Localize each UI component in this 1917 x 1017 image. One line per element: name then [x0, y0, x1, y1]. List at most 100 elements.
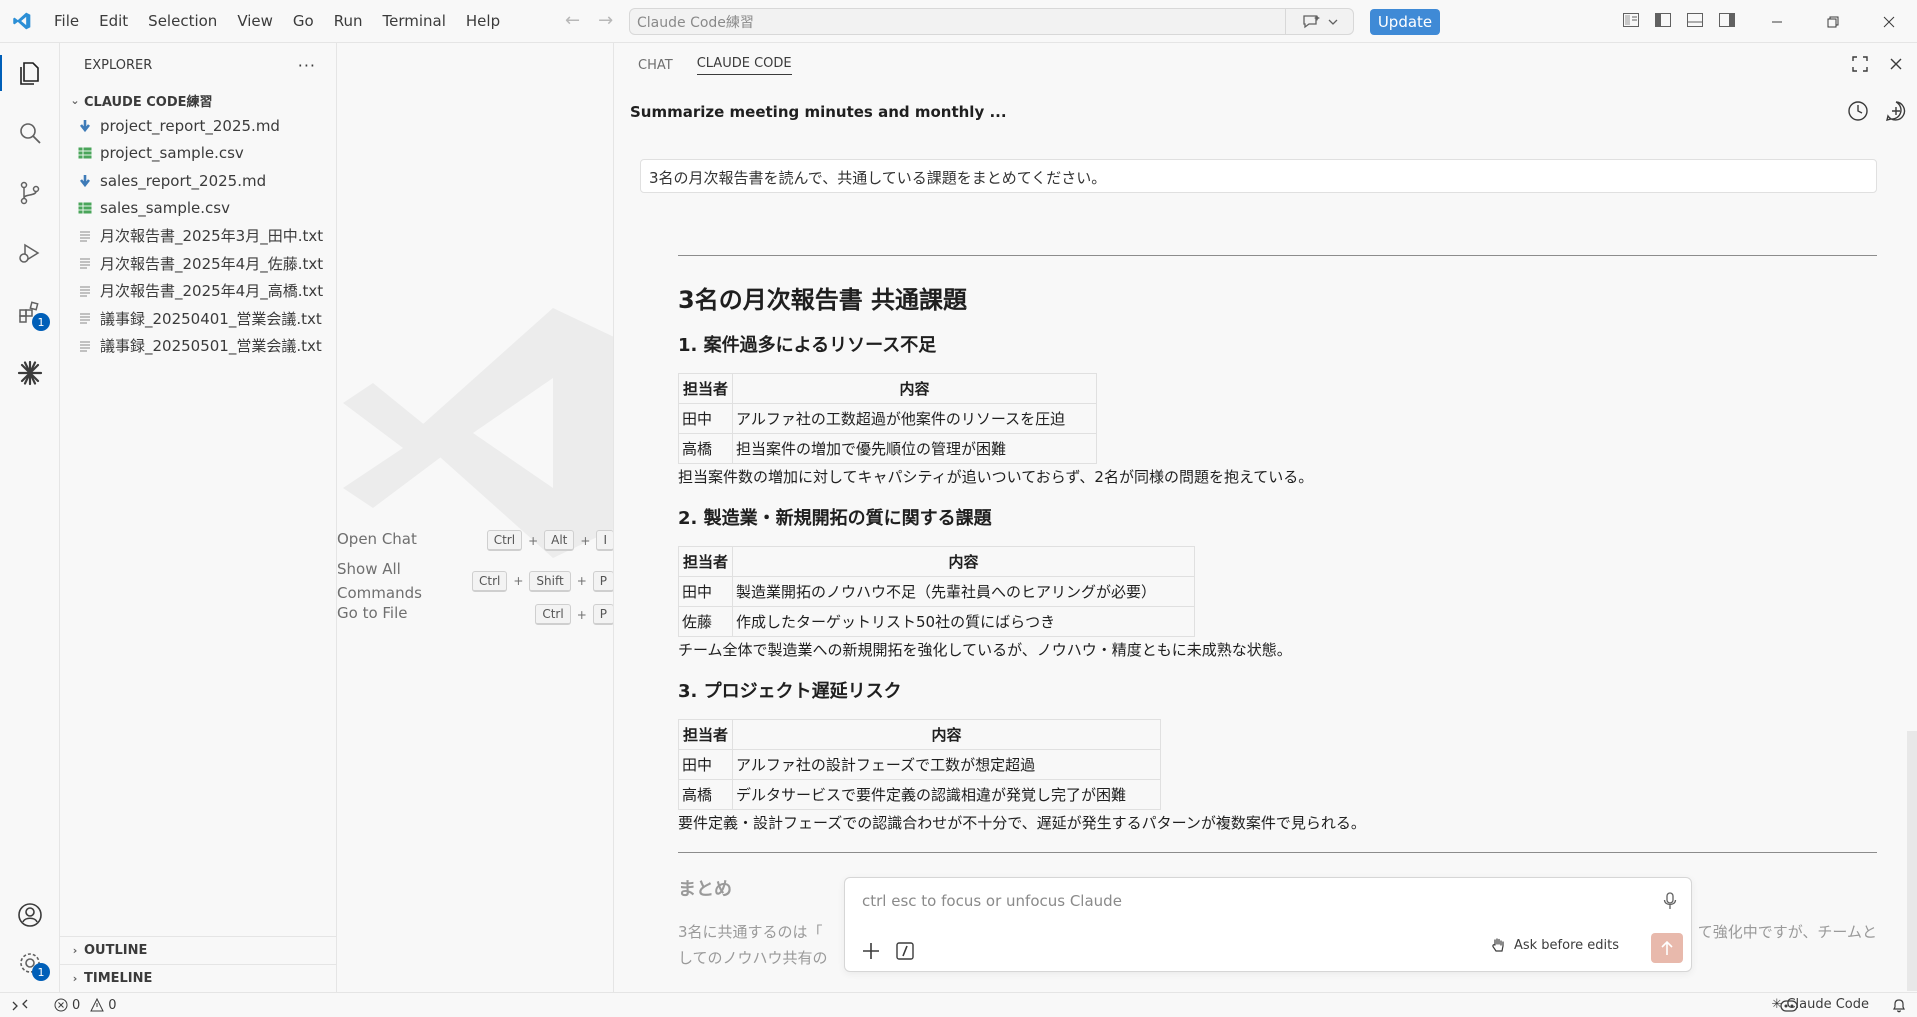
- file-item[interactable]: 月次報告書_2025年4月_佐藤.txt: [60, 250, 336, 278]
- timeline-section[interactable]: › TIMELINE: [60, 964, 337, 991]
- key-cap: Alt: [544, 530, 575, 551]
- problems-indicator[interactable]: 0 0: [54, 998, 117, 1013]
- menu-terminal[interactable]: Terminal: [373, 12, 456, 30]
- maximize-icon[interactable]: [1851, 55, 1869, 73]
- forward-arrow-icon[interactable]: →: [598, 10, 613, 31]
- menu-file[interactable]: File: [44, 12, 89, 30]
- explorer-icon[interactable]: [0, 43, 60, 103]
- chevron-right-icon: ›: [72, 943, 78, 957]
- menu-run[interactable]: Run: [324, 12, 373, 30]
- customize-layout-icon[interactable]: [1622, 11, 1640, 29]
- toggle-secondary-sidebar-icon[interactable]: [1718, 11, 1736, 29]
- markdown-icon: [74, 174, 96, 188]
- close-window-icon[interactable]: [1861, 0, 1917, 43]
- conclusion-line1-end: て強化中ですが、チームと: [1697, 923, 1877, 941]
- table-header: 内容: [732, 719, 1161, 750]
- chat-sparkle-icon[interactable]: [1302, 14, 1320, 30]
- menu-go[interactable]: Go: [283, 12, 324, 30]
- table-row: 佐藤 作成したターゲットリスト50社の質にばらつき: [678, 606, 1195, 637]
- remote-icon[interactable]: [0, 998, 40, 1012]
- file-item[interactable]: project_sample.csv: [60, 140, 336, 168]
- shortcut-1[interactable]: Open Chat Ctrl + Alt + I: [337, 530, 613, 551]
- csv-icon: [74, 202, 96, 214]
- table-row: 田中 製造業開拓のノウハウ不足（先輩社員へのヒアリングが必要）: [678, 576, 1195, 607]
- table-row: 田中 アルファ社の設計フェーズで工数が想定超過: [678, 749, 1161, 780]
- command-center-label: Claude Code練習: [637, 14, 754, 31]
- outline-label: OUTLINE: [84, 942, 148, 958]
- menu-edit[interactable]: Edit: [89, 12, 138, 30]
- notifications-bell-icon[interactable]: [1891, 997, 1907, 1013]
- text-file-icon: [74, 312, 96, 324]
- claude-status[interactable]: ✳ Claude Code: [1772, 997, 1869, 1012]
- history-clock-icon[interactable]: [1847, 100, 1869, 122]
- file-item[interactable]: 議事録_20250401_営業会議.txt: [60, 305, 336, 333]
- search-icon[interactable]: [0, 103, 60, 163]
- restore-icon[interactable]: [1805, 0, 1861, 43]
- shortcut-keys: Ctrl + Alt + I: [486, 530, 613, 551]
- plus-separator: +: [576, 607, 587, 622]
- explorer-header: EXPLORER ···: [60, 43, 336, 88]
- tab-chat[interactable]: CHAT: [638, 58, 673, 73]
- table-header: 内容: [732, 546, 1195, 577]
- extensions-badge: 1: [32, 313, 50, 331]
- workspace-folder[interactable]: ⌄ CLAUDE CODE練習: [60, 88, 336, 112]
- file-name: sales_sample.csv: [100, 199, 230, 218]
- send-button[interactable]: [1651, 933, 1683, 963]
- file-item[interactable]: sales_report_2025.md: [60, 167, 336, 195]
- new-chat-icon[interactable]: [1885, 100, 1907, 122]
- workspace-folder-label: CLAUDE CODE練習: [84, 94, 213, 110]
- shortcut-label: Show All Commands: [337, 560, 422, 602]
- content-cell: 製造業開拓のノウハウ不足（先輩社員へのヒアリングが必要）: [732, 576, 1195, 607]
- text-file-icon: [74, 285, 96, 297]
- menu-selection[interactable]: Selection: [138, 12, 227, 30]
- command-center[interactable]: Claude Code練習: [629, 8, 1354, 35]
- table-row: 高橋 デルタサービスで要件定義の認識相違が発覚し完了が困難: [678, 779, 1161, 810]
- assignee-cell: 田中: [678, 576, 733, 607]
- toggle-panel-icon[interactable]: [1686, 11, 1704, 29]
- menu-view[interactable]: View: [227, 12, 283, 30]
- text-file-icon: [74, 257, 96, 269]
- menu-help[interactable]: Help: [456, 12, 510, 30]
- source-control-icon[interactable]: [0, 163, 60, 223]
- chat-toggle[interactable]: [1285, 9, 1353, 34]
- content-cell: アルファ社の設計フェーズで工数が想定超過: [732, 749, 1161, 780]
- minimize-icon[interactable]: [1749, 0, 1805, 43]
- add-attachment-icon[interactable]: [861, 941, 881, 961]
- run-debug-icon[interactable]: [0, 223, 60, 283]
- claude-icon[interactable]: [0, 343, 60, 403]
- outline-section[interactable]: › OUTLINE: [60, 936, 337, 963]
- settings-gear-icon[interactable]: 1: [0, 933, 60, 993]
- extensions-icon[interactable]: 1: [0, 283, 60, 343]
- file-item[interactable]: 議事録_20250501_営業会議.txt: [60, 332, 336, 360]
- scrollbar[interactable]: [1907, 731, 1917, 991]
- chevron-down-icon[interactable]: [1328, 18, 1338, 26]
- file-item[interactable]: sales_sample.csv: [60, 195, 336, 223]
- microphone-icon[interactable]: [1663, 892, 1677, 910]
- accounts-badge: 1: [32, 963, 50, 981]
- prompt-input-box[interactable]: ctrl esc to focus or unfocus Claude Ask …: [844, 877, 1692, 972]
- response-content: 3名の月次報告書 共通課題 1. 案件過多によるリソース不足 担当者 内容 田中 アルフ…: [678, 203, 1878, 971]
- section-title: 1. 案件過多によるリソース不足: [678, 335, 937, 356]
- file-list: project_report_2025.md project_sample.csv…: [60, 112, 336, 360]
- plus-separator: +: [576, 574, 587, 588]
- file-name: 月次報告書_2025年3月_田中.txt: [100, 227, 324, 246]
- file-item[interactable]: project_report_2025.md: [60, 112, 336, 140]
- file-item[interactable]: 月次報告書_2025年4月_高橋.txt: [60, 277, 336, 305]
- toggle-primary-sidebar-icon[interactable]: [1654, 11, 1672, 29]
- update-button[interactable]: Update: [1370, 9, 1440, 35]
- permission-mode-toggle[interactable]: Ask before edits: [1490, 937, 1619, 953]
- shortcut-2[interactable]: Show All Commands Ctrl + Shift + P: [337, 557, 613, 605]
- file-item[interactable]: 月次報告書_2025年3月_田中.txt: [60, 222, 336, 250]
- claude-status-label: Claude Code: [1786, 997, 1869, 1012]
- close-panel-icon[interactable]: [1887, 55, 1905, 73]
- text-file-icon: [74, 230, 96, 242]
- assignee-cell: 高橋: [678, 433, 733, 464]
- assignee-cell: 佐藤: [678, 606, 733, 637]
- shortcut-3[interactable]: Go to File Ctrl + P: [337, 604, 613, 625]
- issue-table: 担当者 内容 田中 アルファ社の設計フェーズで工数が想定超過 高橋 デルタサービスで要件定…: [678, 719, 1161, 810]
- back-arrow-icon[interactable]: ←: [565, 10, 580, 31]
- tab-claude-code[interactable]: CLAUDE CODE: [696, 56, 792, 75]
- slash-command-icon[interactable]: [895, 941, 915, 961]
- more-actions-icon[interactable]: ···: [298, 56, 316, 75]
- hand-icon: [1492, 938, 1504, 952]
